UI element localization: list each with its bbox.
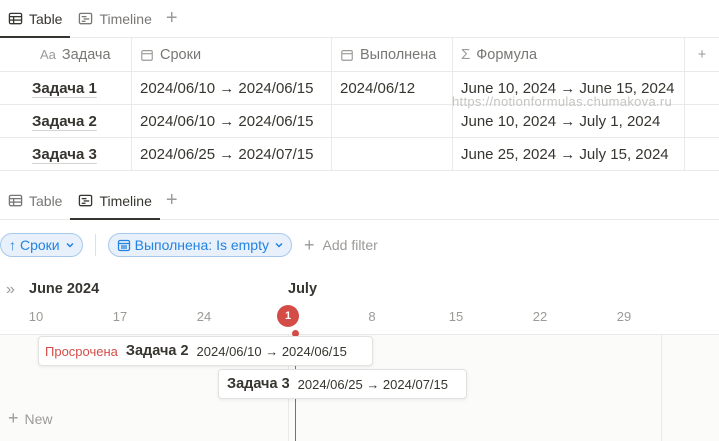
- tab-label: Table: [29, 10, 63, 27]
- column-label: Задача: [61, 46, 111, 63]
- column-label: Выполнена: [360, 46, 437, 63]
- timeline-icon: [79, 12, 93, 25]
- empty-cell: [685, 72, 719, 104]
- task-name[interactable]: Задача 1: [32, 80, 97, 97]
- item-dates: 2024/06/10 → 2024/06/15: [196, 343, 347, 359]
- view-tabs-top: Table Timeline +: [0, 0, 719, 38]
- done-cell[interactable]: 2024/06/12: [332, 72, 453, 104]
- grid-line: [661, 335, 662, 441]
- add-filter-button[interactable]: + Add filter: [304, 235, 378, 256]
- add-view-button[interactable]: +: [160, 0, 184, 37]
- calendar-icon: [117, 239, 130, 252]
- filter-bar: ↑ Сроки Выполнена: Is empty + Add filter: [0, 232, 719, 258]
- day-label: 24: [196, 309, 212, 324]
- empty-cell: [685, 138, 719, 170]
- today-badge: 1: [277, 305, 299, 327]
- add-filter-label: Add filter: [322, 237, 378, 253]
- dates-cell[interactable]: 2024/06/25 → 2024/07/15: [132, 138, 332, 170]
- tab-label: Table: [29, 192, 63, 209]
- text-property-icon: Aa: [40, 47, 56, 62]
- item-dates: 2024/06/25 → 2024/07/15: [297, 376, 448, 392]
- chevron-down-icon: [275, 242, 283, 248]
- formula-cell[interactable]: June 25, 2024 → July 15, 2024: [453, 138, 685, 170]
- tab-table[interactable]: Table: [0, 0, 71, 38]
- column-header-done[interactable]: Выполнена: [332, 38, 453, 71]
- add-column-button[interactable]: +: [685, 38, 719, 71]
- table-icon: [8, 12, 23, 25]
- tab-table[interactable]: Table: [0, 182, 70, 219]
- item-title: Задача 3: [227, 376, 290, 392]
- day-label: 8: [368, 309, 376, 324]
- empty-cell: [685, 105, 719, 137]
- table-row: Задача 3 2024/06/25 → 2024/07/15 June 25…: [0, 138, 719, 171]
- tab-timeline[interactable]: Timeline: [70, 182, 161, 220]
- plus-icon: +: [8, 408, 19, 428]
- view-tabs-bottom: Table Timeline +: [0, 182, 719, 220]
- table-row: Задача 2 2024/06/10 → 2024/06/15 June 10…: [0, 105, 719, 138]
- watermark-url: https://notionformulas.chumakova.ru: [452, 94, 673, 109]
- filter-pill[interactable]: Выполнена: Is empty: [107, 233, 292, 257]
- sort-pill[interactable]: ↑ Сроки: [0, 233, 83, 257]
- arrow-up-icon: ↑: [9, 237, 16, 253]
- column-header-task[interactable]: Aa Задача: [0, 38, 132, 71]
- timeline-icon: [79, 194, 93, 207]
- task-name[interactable]: Задача 3: [32, 146, 97, 163]
- month-label-june: June 2024: [29, 281, 100, 297]
- task-cell[interactable]: Задача 3: [0, 138, 132, 170]
- table-icon: [8, 194, 23, 207]
- timeline-item[interactable]: Просрочена Задача 2 2024/06/10 → 2024/06…: [38, 336, 373, 366]
- table-header: Aa Задача Сроки Выполнена Σ Формула +: [0, 38, 719, 72]
- day-label: 29: [616, 309, 632, 324]
- item-title: Задача 2: [125, 343, 189, 359]
- chevron-down-icon: [66, 242, 74, 248]
- column-label: Формула: [476, 46, 538, 63]
- timeline-item[interactable]: Задача 3 2024/06/25 → 2024/07/15: [218, 369, 467, 399]
- new-label: New: [24, 410, 53, 427]
- overdue-label: Просрочена: [45, 343, 118, 359]
- formula-icon: Σ: [461, 46, 471, 63]
- add-view-button[interactable]: +: [160, 182, 184, 219]
- calendar-icon: [141, 49, 153, 61]
- column-header-formula[interactable]: Σ Формула: [453, 38, 685, 71]
- day-label: 15: [448, 309, 464, 324]
- divider: [94, 234, 96, 256]
- filter-label: Выполнена: Is empty: [134, 237, 269, 253]
- new-item-button[interactable]: + New: [8, 408, 53, 429]
- tab-label: Timeline: [99, 192, 152, 209]
- day-label: 17: [112, 309, 128, 324]
- tab-timeline[interactable]: Timeline: [70, 0, 159, 37]
- calendar-icon: [341, 49, 353, 61]
- task-name[interactable]: Задача 2: [32, 113, 97, 130]
- dates-cell[interactable]: 2024/06/10 → 2024/06/15: [132, 105, 332, 137]
- done-cell[interactable]: [332, 138, 453, 170]
- task-cell[interactable]: Задача 2: [0, 105, 132, 137]
- day-label: 10: [28, 309, 44, 324]
- month-label-july: July: [288, 281, 318, 297]
- day-label: 22: [532, 309, 548, 324]
- dates-cell[interactable]: 2024/06/10 → 2024/06/15: [132, 72, 332, 104]
- collapse-sidebar-icon[interactable]: »: [6, 281, 15, 299]
- formula-cell[interactable]: June 10, 2024 → July 1, 2024: [453, 105, 685, 137]
- tab-label: Timeline: [99, 10, 152, 27]
- column-header-dates[interactable]: Сроки: [132, 38, 332, 71]
- sort-label: Сроки: [20, 237, 60, 253]
- task-cell[interactable]: Задача 1: [0, 72, 132, 104]
- done-cell[interactable]: [332, 105, 453, 137]
- plus-icon: +: [304, 234, 315, 255]
- column-label: Сроки: [160, 46, 202, 63]
